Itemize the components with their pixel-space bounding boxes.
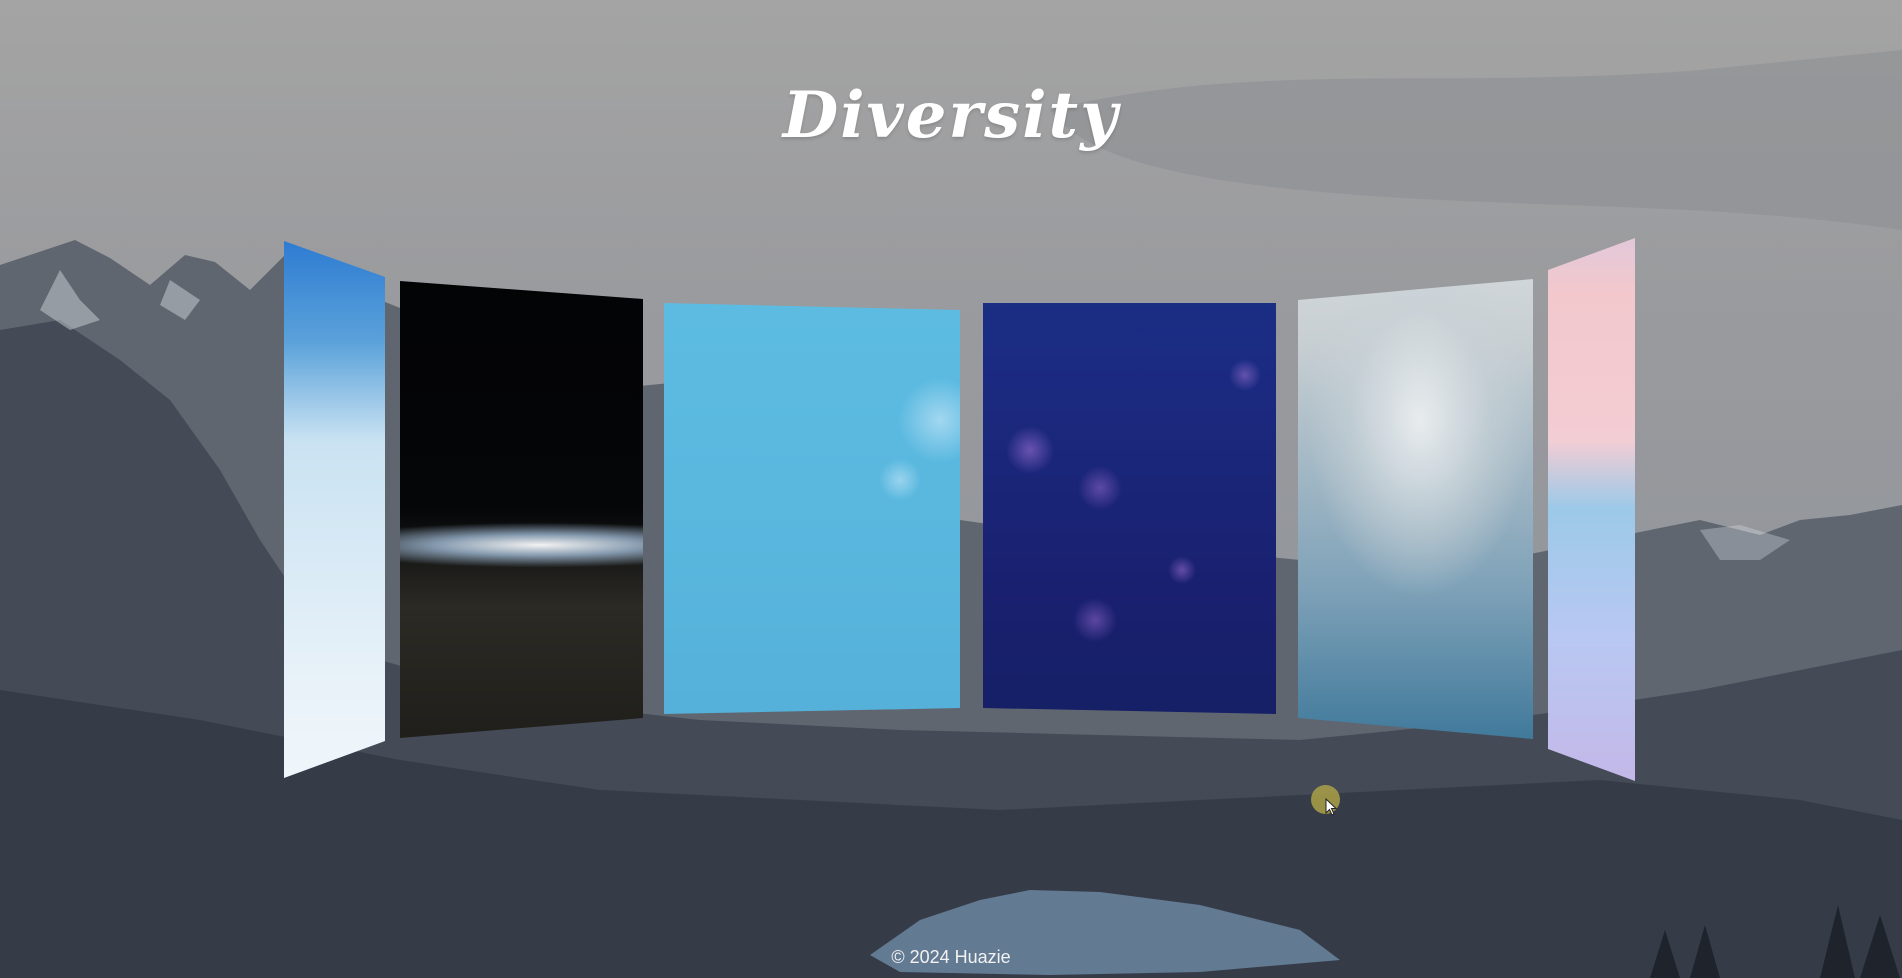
page-title: Diversity (782, 78, 1120, 153)
footer-copyright: © 2024 Huazie (891, 947, 1011, 967)
pointer-arrow-icon (1325, 798, 1337, 816)
